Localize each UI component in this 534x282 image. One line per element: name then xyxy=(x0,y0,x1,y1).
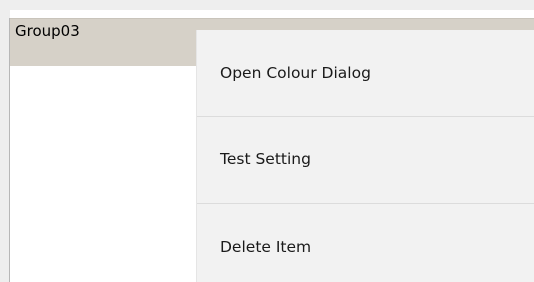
menu-item-delete-item[interactable]: Delete Item xyxy=(197,203,534,282)
group-label: Group03 xyxy=(15,22,80,40)
menu-item-label: Delete Item xyxy=(220,238,312,256)
menu-item-label: Open Colour Dialog xyxy=(220,64,371,82)
context-menu: Open Colour Dialog Test Setting Delete I… xyxy=(196,30,534,282)
top-border xyxy=(0,0,534,10)
window: Group03 Open Colour Dialog Test Setting … xyxy=(0,0,534,282)
menu-item-label: Test Setting xyxy=(220,150,311,168)
menu-item-test-setting[interactable]: Test Setting xyxy=(197,116,534,202)
menu-item-open-colour-dialog[interactable]: Open Colour Dialog xyxy=(197,30,534,116)
